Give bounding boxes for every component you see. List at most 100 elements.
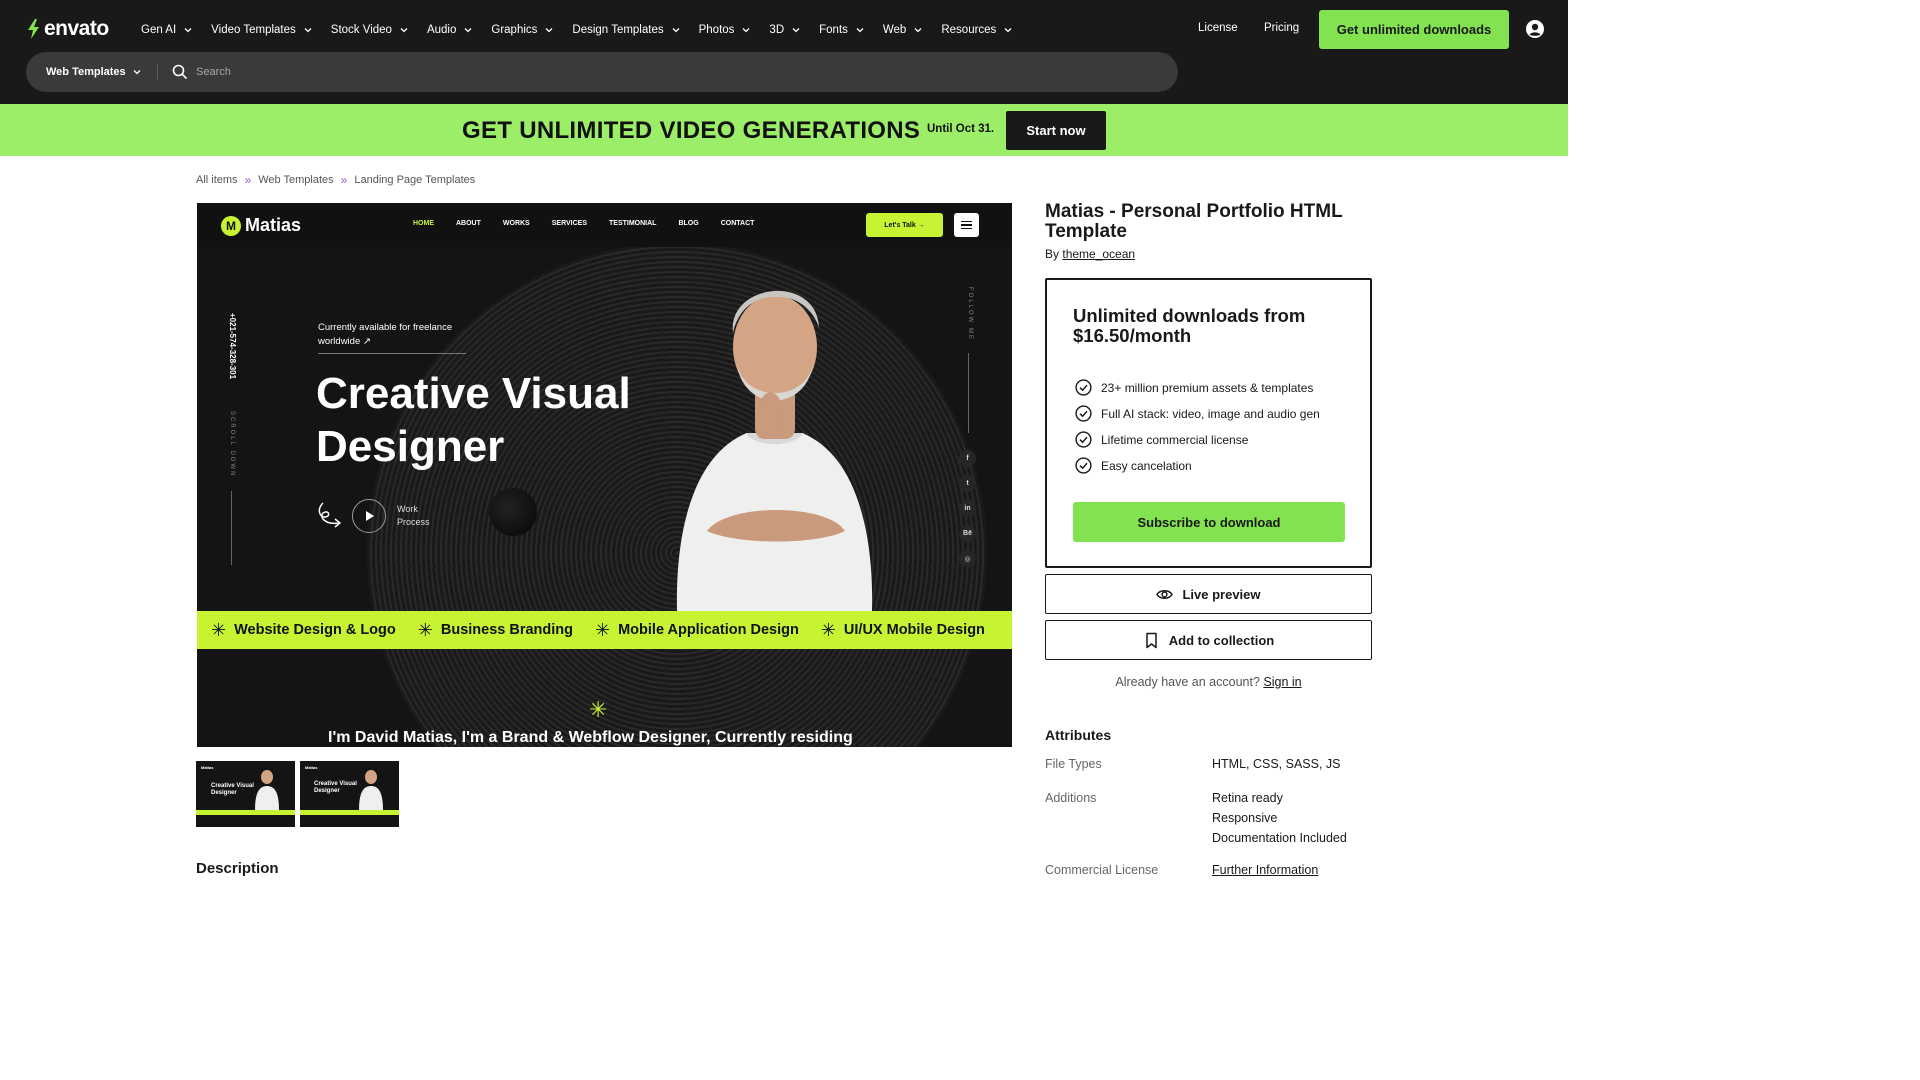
- nav-item-design-templates[interactable]: Design Templates: [572, 24, 680, 36]
- nav-label: Graphics: [491, 24, 538, 36]
- preview-availability-line: Currently available for freelance: [318, 322, 453, 333]
- nav-item-graphics[interactable]: Graphics: [491, 24, 553, 36]
- preview-service-label: Mobile Application Design: [618, 622, 799, 638]
- breadcrumb-web-templates[interactable]: Web Templates: [258, 174, 333, 186]
- addition-item: Retina ready: [1212, 791, 1283, 805]
- preview-headline: Creative Visual Designer: [316, 367, 696, 473]
- subscribe-to-download-button[interactable]: Subscribe to download: [1073, 502, 1345, 542]
- feature-label: Lifetime commercial license: [1101, 432, 1249, 447]
- preview-dribbble-icon: ◎: [959, 550, 976, 567]
- further-information-link[interactable]: Further Information: [1212, 863, 1318, 877]
- chevron-down-icon: [742, 28, 750, 33]
- preview-navbar: M Matias HOME ABOUT WORKS SERVICES TESTI…: [197, 203, 1012, 247]
- thumbnail-2[interactable]: Matias Creative Visual Designer: [300, 761, 399, 827]
- preview-follow-line: [968, 353, 969, 433]
- promo-deadline: Until Oct 31.: [927, 123, 995, 135]
- preview-service-item: ✳ Website Design & Logo: [211, 620, 396, 641]
- chevron-down-icon: [304, 28, 312, 33]
- thumbnail-portrait: [359, 770, 383, 810]
- sign-in-link[interactable]: Sign in: [1263, 675, 1301, 689]
- breadcrumb: All items » Web Templates » Landing Page…: [196, 173, 475, 187]
- envato-leaf-icon: [28, 19, 39, 39]
- thumbnail-headline: Creative Visual Designer: [211, 783, 254, 797]
- nav-label: Audio: [426, 24, 457, 36]
- breadcrumb-separator: »: [340, 173, 348, 187]
- preview-twitter-icon: t: [959, 475, 976, 492]
- add-to-collection-button[interactable]: Add to collection: [1045, 620, 1372, 660]
- feature-item: 23+ million premium assets & templates: [1075, 379, 1313, 396]
- attribute-value-file-types: HTML, CSS, SASS, JS: [1212, 757, 1341, 771]
- pricing-link[interactable]: Pricing: [1264, 22, 1299, 34]
- nav-label: 3D: [769, 24, 785, 36]
- preview-service-label: Business Branding: [440, 622, 573, 638]
- preview-headline-line: Designer: [316, 422, 505, 471]
- get-unlimited-downloads-button[interactable]: Get unlimited downloads: [1319, 10, 1509, 49]
- nav-item-3d[interactable]: 3D: [769, 24, 800, 36]
- preview-service-item: ✳ Business Branding: [418, 620, 573, 641]
- author-by-label: By: [1045, 247, 1060, 261]
- thumbnail-headline-line: Creative Visual: [314, 781, 357, 787]
- subscription-card: Unlimited downloads from $16.50/month 23…: [1045, 278, 1372, 568]
- nav-item-video-templates[interactable]: Video Templates: [211, 24, 312, 36]
- nav-label: Stock Video: [330, 24, 392, 36]
- preview-logo: M Matias: [221, 215, 301, 236]
- live-preview-button[interactable]: Live preview: [1045, 574, 1372, 614]
- author-link[interactable]: theme_ocean: [1062, 247, 1135, 261]
- search-input[interactable]: [196, 62, 1146, 82]
- eye-icon: [1156, 589, 1174, 599]
- addition-item: Documentation Included: [1212, 831, 1347, 845]
- preview-work-line: Process: [397, 517, 430, 527]
- preview-follow-me: FOLLOW ME: [967, 287, 973, 342]
- breadcrumb-all-items[interactable]: All items: [196, 174, 238, 186]
- user-icon[interactable]: [1526, 20, 1544, 38]
- breadcrumb-landing-page-templates[interactable]: Landing Page Templates: [354, 174, 475, 186]
- subscription-title: Unlimited downloads from $16.50/month: [1073, 305, 1306, 346]
- preview-headline-line: Creative Visual: [316, 369, 631, 418]
- attribute-value-additions: Retina ready Responsive Documentation In…: [1212, 788, 1347, 848]
- nav-item-stock-video[interactable]: Stock Video: [331, 24, 408, 36]
- chevron-down-icon: [133, 70, 141, 75]
- start-now-button[interactable]: Start now: [1006, 111, 1106, 150]
- search-category-dropdown[interactable]: Web Templates: [46, 52, 141, 92]
- thumbnail-headline-line: Designer: [211, 790, 237, 796]
- nav-label: Design Templates: [572, 24, 664, 36]
- attribute-label-commercial-license: Commercial License: [1045, 863, 1159, 877]
- check-circle-icon: [1075, 457, 1092, 474]
- feature-label: 23+ million premium assets & templates: [1101, 380, 1314, 395]
- nav-label: Video Templates: [211, 24, 296, 36]
- preview-image[interactable]: M Matias HOME ABOUT WORKS SERVICES TESTI…: [197, 203, 1012, 747]
- nav-item-gen-ai[interactable]: Gen AI: [141, 24, 192, 36]
- license-link[interactable]: License: [1198, 22, 1238, 34]
- preview-portrait-photo: [676, 290, 873, 611]
- attribute-value-commercial-license: Further Information: [1212, 860, 1318, 880]
- search-bar: Web Templates: [26, 52, 1178, 92]
- preview-service-label: Website Design & Logo: [234, 622, 396, 638]
- thumbnail-strip: [196, 810, 295, 815]
- addition-item: Responsive: [1212, 811, 1278, 825]
- nav-item-photos[interactable]: Photos: [699, 24, 751, 36]
- thumbnail-portrait: [255, 770, 279, 810]
- preview-menu-item: WORKS: [502, 220, 530, 227]
- nav-item-resources[interactable]: Resources: [941, 24, 1012, 36]
- nav-item-web[interactable]: Web: [883, 24, 922, 36]
- preview-hamburger-icon: [954, 213, 979, 237]
- nav-item-fonts[interactable]: Fonts: [819, 24, 864, 36]
- main-nav: Gen AI Video Templates Stock Video Audio…: [141, 22, 1031, 38]
- chevron-down-icon: [1004, 28, 1012, 33]
- logo-text: envato: [44, 17, 109, 40]
- chevron-down-icon: [400, 28, 408, 33]
- preview-service-label: UI/UX Mobile Design: [843, 622, 985, 638]
- preview-work-process: Work Process: [397, 503, 430, 529]
- product-author: By theme_ocean: [1045, 247, 1135, 261]
- check-circle-icon: [1075, 431, 1092, 448]
- preview-squiggle-arrow-icon: [318, 502, 342, 528]
- nav-item-audio[interactable]: Audio: [427, 24, 472, 36]
- promo-banner: GET UNLIMITED VIDEO GENERATIONS Until Oc…: [0, 104, 1568, 156]
- asterisk-icon: ✳: [589, 697, 608, 722]
- envato-logo[interactable]: envato: [26, 17, 109, 41]
- feature-label: Easy cancelation: [1101, 458, 1192, 473]
- nav-label: Web: [882, 24, 907, 36]
- preview-phone: +021-574-328-301: [228, 313, 237, 380]
- thumbnail-1[interactable]: Matias Creative Visual Designer: [196, 761, 295, 827]
- attribute-label-additions: Additions: [1045, 791, 1097, 805]
